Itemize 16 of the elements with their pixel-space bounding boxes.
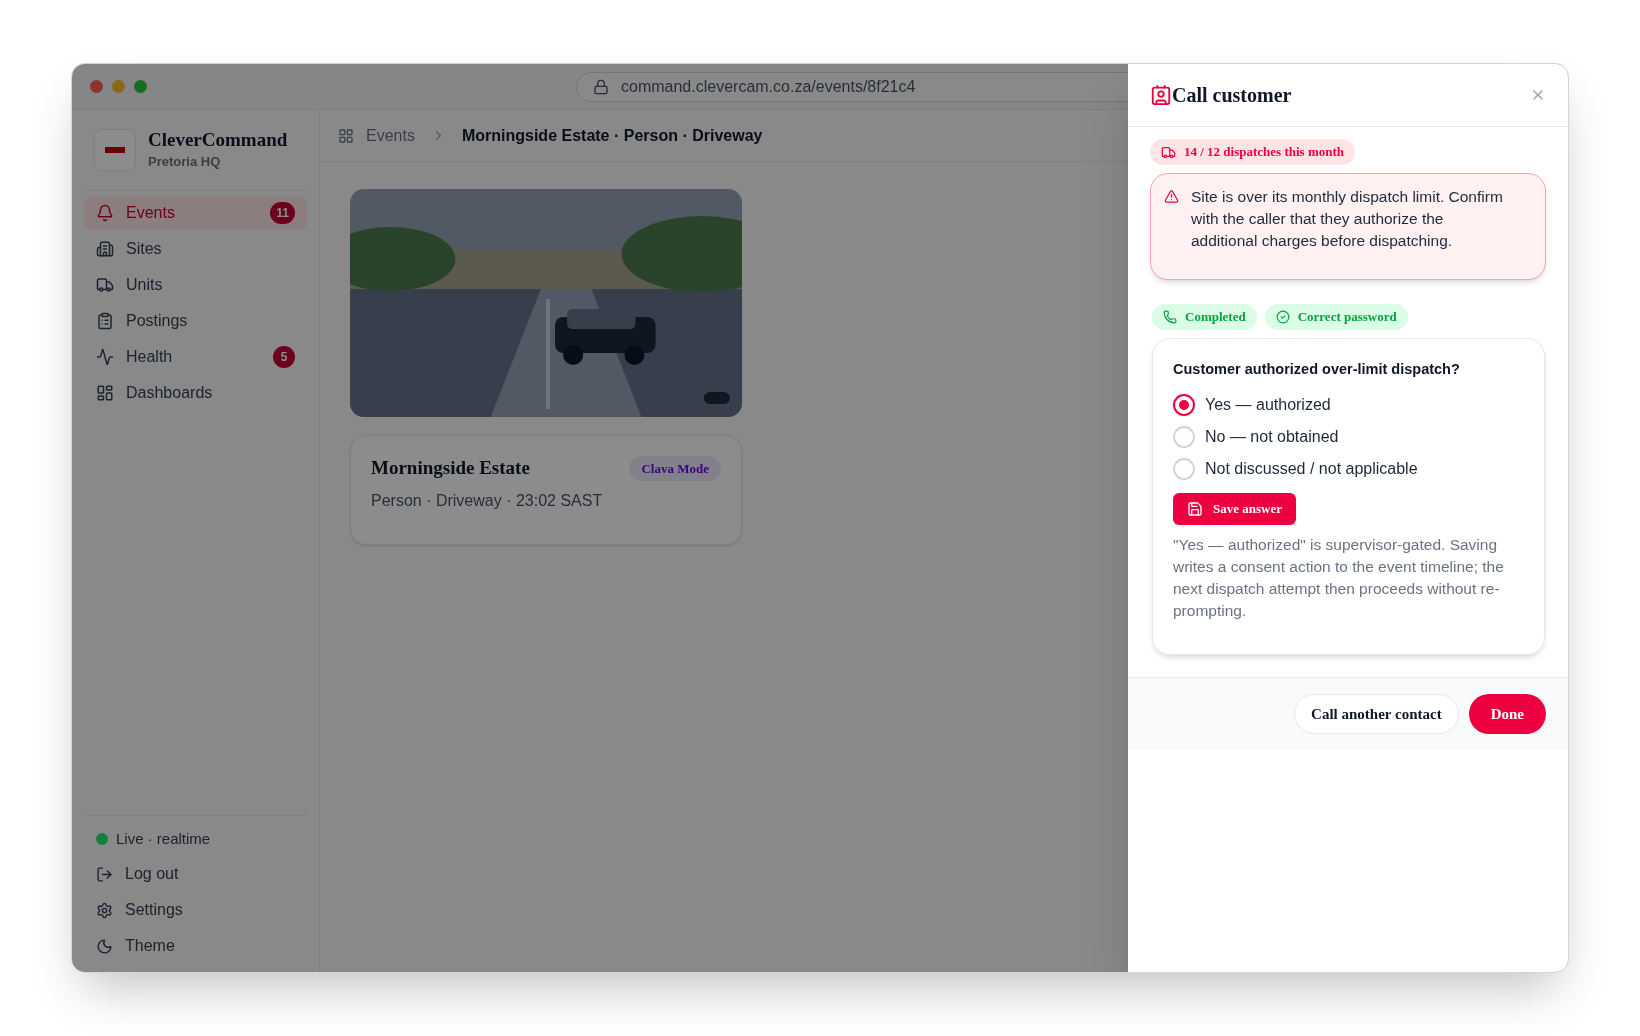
question-label: Customer authorized over-limit dispatch? xyxy=(1173,360,1460,379)
breadcrumb-current: Morningside Estate · Person · Driveway xyxy=(461,125,763,146)
note-text: "Yes — authorized" is supervisor-gated. Saving writes a consent action to the event timeline; the next dispatch attempt then proceeds without re-prompting. xyxy=(1173,534,1505,621)
mode-tag: Clava Mode xyxy=(629,455,721,481)
alert-text: Site is over its monthly dispatch limit. Confirm with the caller that they authorize the additional charges before dispatching. xyxy=(1191,187,1504,251)
count-badge: 11 xyxy=(270,201,295,224)
event-meta: Person · Driveway · 23:02 SAST xyxy=(371,490,604,511)
brand-subtitle: Pretoria HQ xyxy=(148,153,222,171)
count-badge: 5 xyxy=(273,345,295,368)
usage-badge: 14 / 12 dispatches this month xyxy=(1150,139,1355,165)
url-text: command.clevercam.co.za/events/8f21c4 xyxy=(621,76,916,97)
event-title: Morningside Estate xyxy=(371,456,530,480)
status-text: Live · realtime xyxy=(116,828,211,849)
status-chip: Correct password xyxy=(1264,304,1408,330)
status-chip: Completed xyxy=(1152,304,1257,330)
brand-name: CleverCommand xyxy=(148,128,288,152)
